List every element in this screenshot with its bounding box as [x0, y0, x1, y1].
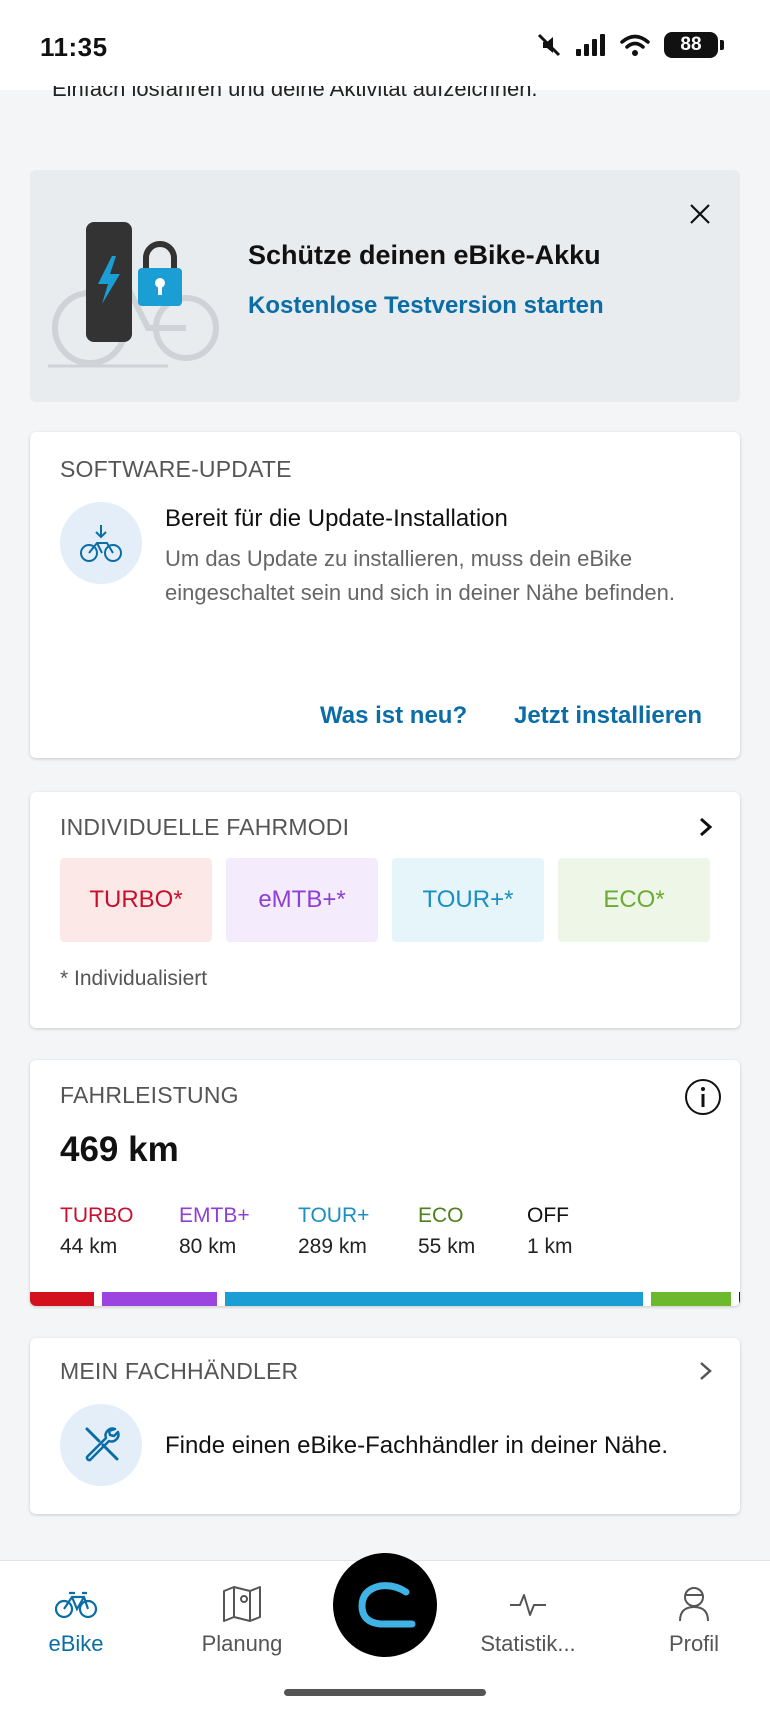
- stat-label: TURBO: [60, 1204, 134, 1227]
- stat-turbo: TURBO 44 km: [60, 1204, 134, 1259]
- install-now-button[interactable]: Jetzt installieren: [514, 702, 702, 730]
- close-icon[interactable]: [686, 200, 714, 228]
- status-icons: 88: [536, 32, 724, 58]
- mute-icon: [537, 33, 561, 57]
- bottom-navigation: eBike Planung Statistik... Profil: [0, 1553, 770, 1711]
- start-ride-icon: [358, 1582, 416, 1628]
- chevron-right-icon[interactable]: [694, 816, 716, 838]
- signal-icon: [576, 34, 605, 56]
- nav-profile[interactable]: Profil: [624, 1583, 764, 1657]
- stat-eco: ECO 55 km: [418, 1204, 475, 1259]
- nav-planning-label: Planung: [201, 1631, 283, 1656]
- distance-segment-off: [738, 1292, 740, 1306]
- mode-eco[interactable]: ECO*: [558, 858, 710, 942]
- nav-ebike-label: eBike: [48, 1631, 104, 1656]
- status-time: 11:35: [40, 32, 108, 62]
- dealer-icon-circle: [60, 1404, 142, 1486]
- stat-value: 1 km: [527, 1235, 573, 1258]
- stat-label: EMTB+: [179, 1204, 250, 1227]
- status-bar: 11:35 88: [0, 0, 770, 90]
- distance-distribution-bar: [30, 1292, 740, 1306]
- home-indicator: [284, 1689, 486, 1696]
- whats-new-button[interactable]: Was ist neu?: [320, 702, 467, 730]
- bike-icon: [54, 1591, 98, 1619]
- update-heading: Bereit für die Update-Installation: [165, 505, 508, 532]
- promo-title: Schütze deinen eBike-Akku: [248, 240, 601, 270]
- start-trial-link[interactable]: Kostenlose Testversion starten: [248, 292, 604, 320]
- update-icon-circle: [60, 502, 142, 584]
- riding-performance-card: FAHRLEISTUNG 469 km TURBO 44 km EMTB+ 80…: [30, 1060, 740, 1306]
- performance-title: FAHRLEISTUNG: [60, 1082, 239, 1108]
- stat-value: 55 km: [418, 1235, 476, 1258]
- bike-download-icon: [80, 525, 122, 562]
- tools-icon: [85, 1427, 120, 1462]
- mode-tour[interactable]: TOUR+*: [392, 858, 544, 942]
- battery-protection-promo[interactable]: Schütze deinen eBike-Akku Kostenlose Tes…: [30, 170, 740, 402]
- mode-emtb[interactable]: eMTB+*: [226, 858, 378, 942]
- mode-turbo[interactable]: TURBO*: [60, 858, 212, 942]
- nav-statistics-label: Statistik...: [480, 1631, 576, 1656]
- chevron-right-icon[interactable]: [694, 1360, 716, 1382]
- software-update-title: SOFTWARE-UPDATE: [60, 456, 292, 482]
- stat-value: 289 km: [298, 1235, 367, 1258]
- profile-icon: [679, 1587, 709, 1622]
- stat-label: ECO: [418, 1204, 464, 1227]
- stat-label: OFF: [527, 1204, 569, 1227]
- app-screen: 11:35 88 Einfach losfahren und deine Akt…: [0, 0, 770, 1711]
- update-description: Um das Update zu installieren, muss dein…: [165, 546, 676, 605]
- stat-off: OFF 1 km: [527, 1204, 573, 1259]
- wifi-icon: [620, 34, 650, 56]
- distance-segment-tourplus: [225, 1292, 644, 1306]
- riding-modes-title: INDIVIDUELLE FAHRMODI: [60, 814, 350, 840]
- distance-segment-emtbplus: [101, 1292, 218, 1306]
- nav-statistics[interactable]: Statistik...: [458, 1583, 598, 1657]
- battery-indicator: 88: [664, 32, 724, 58]
- info-icon[interactable]: [684, 1078, 722, 1116]
- ebike-battery-lock-icon: [48, 222, 219, 368]
- distance-segment-turbo: [30, 1292, 94, 1306]
- stat-emtb: EMTB+ 80 km: [179, 1204, 250, 1259]
- dealer-title: MEIN FACHHÄNDLER: [60, 1358, 299, 1384]
- software-update-card: SOFTWARE-UPDATE Bereit für die Update-In…: [30, 432, 740, 758]
- map-pin-icon: [223, 1586, 261, 1622]
- stat-value: 80 km: [179, 1235, 237, 1258]
- nav-profile-label: Profil: [668, 1631, 720, 1656]
- riding-modes-card[interactable]: INDIVIDUELLE FAHRMODI TURBO* eMTB+* TOUR…: [30, 792, 740, 1028]
- individualized-footnote: * Individualisiert: [60, 967, 208, 990]
- scrolled-text: Einfach losfahren und deine Aktivität au…: [52, 86, 538, 101]
- activity-icon: [510, 1594, 546, 1616]
- nav-planning[interactable]: Planung: [172, 1583, 312, 1657]
- find-dealer-text: Finde einen eBike-Fachhändler in deiner …: [165, 1432, 668, 1459]
- stat-value: 44 km: [60, 1235, 118, 1258]
- stat-tour: TOUR+ 289 km: [298, 1204, 369, 1259]
- total-distance: 469 km: [60, 1130, 179, 1169]
- dealer-card[interactable]: MEIN FACHHÄNDLER Finde einen eBike-Fachh…: [30, 1338, 740, 1514]
- distance-segment-eco: [651, 1292, 731, 1306]
- start-ride-button[interactable]: [333, 1553, 437, 1657]
- stat-label: TOUR+: [298, 1204, 370, 1227]
- nav-ebike[interactable]: eBike: [6, 1583, 146, 1657]
